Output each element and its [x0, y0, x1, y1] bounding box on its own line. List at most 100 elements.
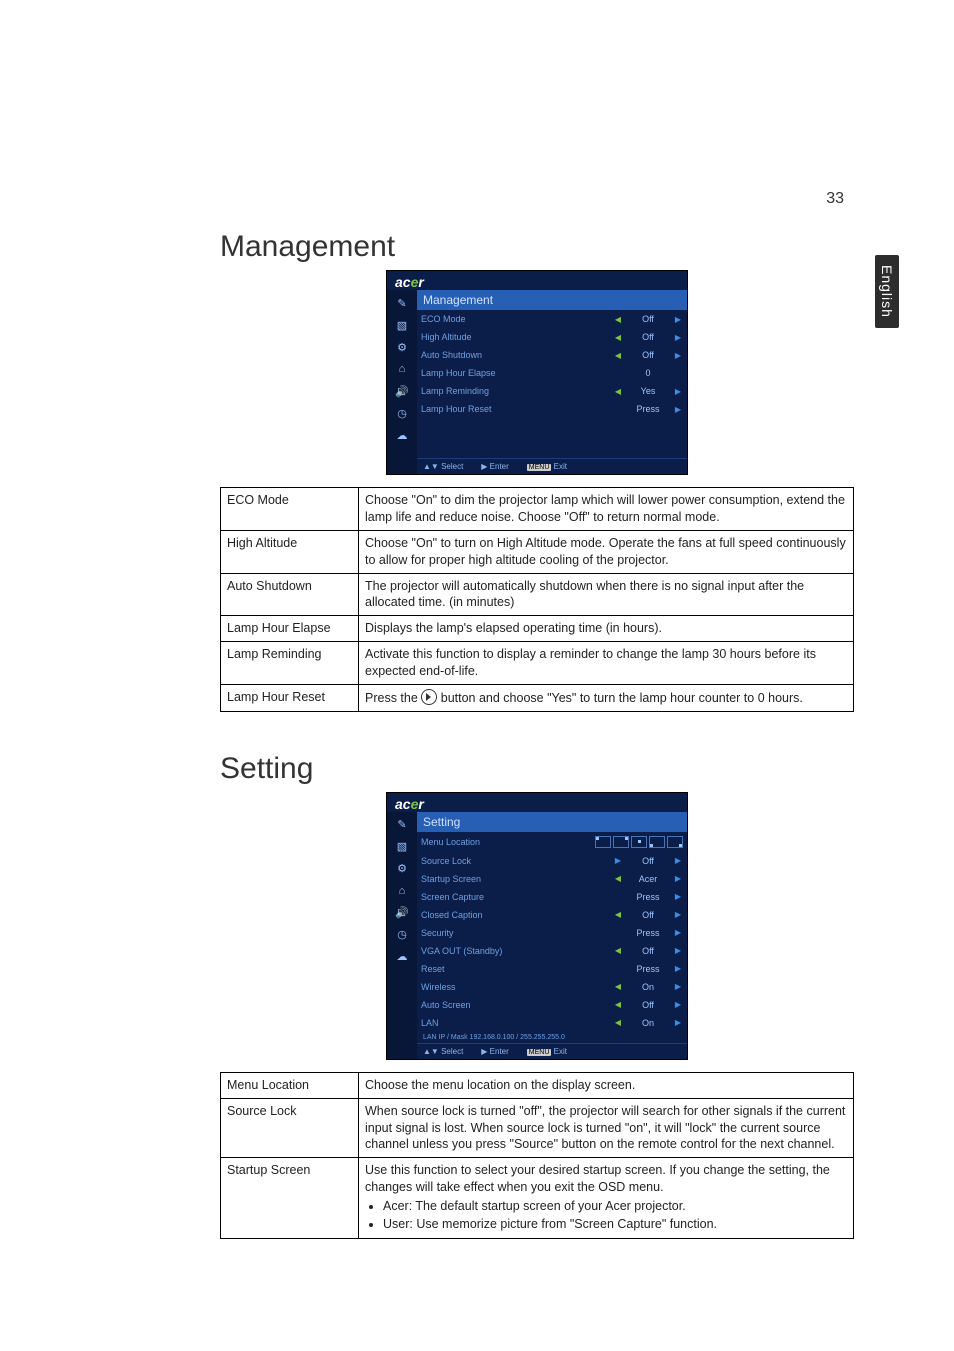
osd-icon-column: ✎ ▧ ⚙ ⌂ 🔊 ◷ ☁	[387, 290, 417, 474]
row-val: When source lock is turned "off", the pr…	[359, 1098, 854, 1158]
speaker-icon: 🔊	[393, 906, 411, 920]
left-arrow-icon: ◀	[613, 874, 623, 883]
right-arrow-icon: ▶	[673, 387, 683, 396]
brand-part: ac	[395, 796, 411, 812]
image-icon: ▧	[393, 318, 411, 332]
loc-bottom-left-icon	[649, 836, 665, 848]
row-key: Source Lock	[221, 1098, 359, 1158]
gear-icon: ⚙	[393, 862, 411, 876]
right-arrow-icon: ▶	[673, 856, 683, 865]
right-button-icon	[421, 689, 437, 705]
osd-management: acer ✎ ▧ ⚙ ⌂ 🔊 ◷ ☁ Management ECO Mode◀O…	[386, 270, 688, 475]
row-val: Displays the lamp's elapsed operating ti…	[359, 616, 854, 642]
right-arrow-icon: ▶	[673, 1000, 683, 1009]
exit-hint: MENU Exit	[527, 462, 567, 471]
heading-management: Management	[220, 230, 854, 264]
speaker-icon: 🔊	[393, 384, 411, 398]
brand-part: r	[418, 796, 423, 812]
enter-hint: ▶ Enter	[481, 1047, 509, 1056]
right-arrow-icon: ▶	[673, 910, 683, 919]
osd-footer: ▲▼ Select ▶ Enter MENU Exit	[417, 458, 687, 474]
management-table: ECO ModeChoose "On" to dim the projector…	[220, 487, 854, 712]
row-key: ECO Mode	[221, 488, 359, 531]
clock-icon: ◷	[393, 928, 411, 942]
left-arrow-icon: ◀	[613, 333, 623, 342]
osd-row: LAN◀On▶	[417, 1014, 687, 1032]
page-number: 33	[826, 190, 844, 208]
osd-row: Lamp Hour Elapse0	[417, 364, 687, 382]
osd-row: Source Lock▶Off▶	[417, 852, 687, 870]
exit-hint: MENU Exit	[527, 1047, 567, 1056]
osd-row: High Altitude◀Off▶	[417, 328, 687, 346]
table-row: Auto ShutdownThe projector will automati…	[221, 573, 854, 616]
language-icon: ☁	[393, 950, 411, 964]
tools-icon: ✎	[393, 296, 411, 310]
row-val: Choose "On" to turn on High Altitude mod…	[359, 530, 854, 573]
heading-setting: Setting	[220, 752, 854, 786]
briefcase-icon: ⌂	[393, 884, 411, 898]
table-row: Source LockWhen source lock is turned "o…	[221, 1098, 854, 1158]
table-row: Startup Screen Use this function to sele…	[221, 1158, 854, 1239]
tools-icon: ✎	[393, 818, 411, 832]
row-key: Menu Location	[221, 1072, 359, 1098]
row-key: Auto Shutdown	[221, 573, 359, 616]
row-key: Startup Screen	[221, 1158, 359, 1239]
table-row: ECO ModeChoose "On" to dim the projector…	[221, 488, 854, 531]
list-item: User: Use memorize picture from "Screen …	[383, 1216, 847, 1233]
osd-row-menu-location: Menu Location	[417, 832, 687, 852]
clock-icon: ◷	[393, 406, 411, 420]
startup-bullets: Acer: The default startup screen of your…	[365, 1198, 847, 1233]
osd-lan-note: LAN IP / Mask 192.168.0.100 / 255.255.25…	[417, 1032, 687, 1043]
right-arrow-icon: ▶	[673, 928, 683, 937]
right-arrow-icon: ▶	[673, 1018, 683, 1027]
enter-hint: ▶ Enter	[481, 462, 509, 471]
osd-row: Lamp Hour ResetPress▶	[417, 400, 687, 418]
left-arrow-icon: ◀	[613, 387, 623, 396]
left-arrow-icon: ◀	[613, 351, 623, 360]
loc-center-icon	[631, 836, 647, 848]
osd-row: Auto Shutdown◀Off▶	[417, 346, 687, 364]
row-val: Choose the menu location on the display …	[359, 1072, 854, 1098]
row-val: The projector will automatically shutdow…	[359, 573, 854, 616]
brand-part: r	[418, 274, 423, 290]
osd-icon-column: ✎ ▧ ⚙ ⌂ 🔊 ◷ ☁	[387, 812, 417, 1059]
row-val: Press the button and choose "Yes" to tur…	[359, 684, 854, 711]
row-key: Lamp Reminding	[221, 642, 359, 685]
gear-icon: ⚙	[393, 340, 411, 354]
osd-row: ECO Mode◀Off▶	[417, 310, 687, 328]
osd-row: Screen CapturePress▶	[417, 888, 687, 906]
osd-row: Startup Screen◀Acer▶	[417, 870, 687, 888]
briefcase-icon: ⌂	[393, 362, 411, 376]
right-arrow-icon: ▶	[673, 892, 683, 901]
left-arrow-icon: ◀	[613, 1018, 623, 1027]
right-arrow-icon: ▶	[673, 946, 683, 955]
osd-title: Management	[417, 290, 687, 310]
row-val: Activate this function to display a remi…	[359, 642, 854, 685]
row-key: Lamp Hour Reset	[221, 684, 359, 711]
select-hint: ▲▼ Select	[423, 1047, 463, 1056]
row-key: Lamp Hour Elapse	[221, 616, 359, 642]
brand-part: ac	[395, 274, 411, 290]
osd-row: Auto Screen◀Off▶	[417, 996, 687, 1014]
osd-row: Lamp Reminding◀Yes▶	[417, 382, 687, 400]
table-row: Lamp RemindingActivate this function to …	[221, 642, 854, 685]
right-arrow-icon: ▶	[673, 405, 683, 414]
table-row: Lamp Hour ElapseDisplays the lamp's elap…	[221, 616, 854, 642]
right-arrow-icon: ▶	[673, 964, 683, 973]
left-arrow-icon: ◀	[613, 946, 623, 955]
osd-row: SecurityPress▶	[417, 924, 687, 942]
left-arrow-icon: ◀	[613, 315, 623, 324]
left-arrow-icon: ◀	[613, 982, 623, 991]
table-row: Menu LocationChoose the menu location on…	[221, 1072, 854, 1098]
loc-top-left-icon	[595, 836, 611, 848]
loc-top-right-icon	[613, 836, 629, 848]
osd-row: Closed Caption◀Off▶	[417, 906, 687, 924]
row-key: High Altitude	[221, 530, 359, 573]
osd-row: VGA OUT (Standby)◀Off▶	[417, 942, 687, 960]
list-item: Acer: The default startup screen of your…	[383, 1198, 847, 1215]
osd-brand: acer	[387, 793, 687, 812]
loc-bottom-right-icon	[667, 836, 683, 848]
row-val: Choose "On" to dim the projector lamp wh…	[359, 488, 854, 531]
osd-setting: acer ✎ ▧ ⚙ ⌂ 🔊 ◷ ☁ Setting Menu Location	[386, 792, 688, 1060]
right-arrow-icon: ▶	[673, 874, 683, 883]
